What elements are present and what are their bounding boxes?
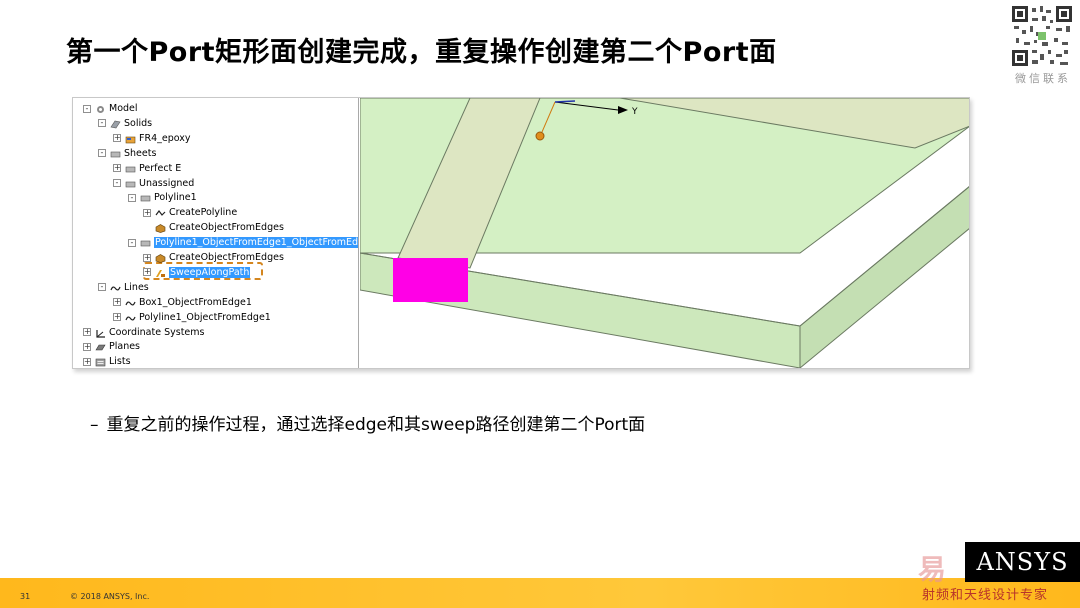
sheet-icon <box>125 164 136 173</box>
ansys-logo: ANSYS <box>965 542 1080 582</box>
line-icon <box>125 313 136 322</box>
tree-item-label: Planes <box>109 341 141 353</box>
list-icon <box>95 357 106 367</box>
tree-item[interactable]: + Polyline1_ObjectFromEdge1 <box>113 310 271 325</box>
expand-toggle[interactable]: + <box>113 298 121 307</box>
expand-toggle[interactable]: + <box>113 134 121 143</box>
tree-item-label: Lists <box>109 356 131 368</box>
qr-caption: 微信联系 <box>1015 72 1071 85</box>
sheet-icon <box>140 238 151 247</box>
expand-toggle[interactable]: + <box>143 208 151 217</box>
collapse-toggle[interactable]: - <box>128 238 136 247</box>
page-number: 31 <box>20 592 31 601</box>
line-icon <box>110 283 121 292</box>
axis-origin-marker <box>535 131 545 141</box>
bullet-content: 重复之前的操作过程，通过选择edge和其sweep路径创建第二个Port面 <box>106 415 646 435</box>
tree-item-label: Model <box>109 103 138 114</box>
expand-toggle[interactable]: + <box>83 357 91 366</box>
collapse-toggle[interactable]: - <box>128 193 136 202</box>
expand-toggle[interactable]: + <box>143 268 151 277</box>
bullet-dash: – <box>90 415 99 435</box>
tree-item-label: CreateObjectFromEdges <box>169 252 284 263</box>
sheet-icon <box>110 149 121 158</box>
tree-item-label: CreatePolyline <box>169 207 238 219</box>
create-object-icon <box>155 223 166 234</box>
slide-title: 第一个Port矩形面创建完成，重复操作创建第二个Port面 <box>66 37 777 68</box>
sheet-icon <box>140 193 151 202</box>
tree-item[interactable]: - Polyline1 <box>128 190 197 205</box>
tree-item[interactable]: + FR4_epoxy <box>113 131 191 146</box>
tree-item[interactable]: + CreatePolyline <box>143 205 237 220</box>
tree-item[interactable]: + CreateObjectFromEdges <box>143 250 284 265</box>
tree-item-label: Unassigned <box>139 177 195 189</box>
collapse-toggle[interactable]: - <box>98 149 106 158</box>
tree-item-label: SweepAlongPath <box>169 266 251 278</box>
tree-item-label: CreateObjectFromEdges <box>169 222 284 234</box>
tree-item-label: FR4_epoxy <box>139 132 191 144</box>
bullet-text: – 重复之前的操作过程，通过选择edge和其sweep路径创建第二个Port面 <box>90 410 645 435</box>
expand-toggle[interactable]: + <box>83 342 91 351</box>
tree-item[interactable]: - Lines <box>98 280 149 295</box>
tree-item-label: Polyline1 <box>154 192 197 204</box>
tree-item[interactable]: - Solids <box>98 116 152 131</box>
tree-item-label: Box1_ObjectFromEdge1 <box>139 296 252 308</box>
tree-item[interactable]: + Coordinate Systems <box>83 325 204 340</box>
tree-item[interactable]: - Unassigned <box>113 176 194 191</box>
sweep-icon <box>155 268 166 277</box>
watermark-big: 易 <box>918 553 949 586</box>
axes-icon <box>95 328 106 338</box>
axis-x-line <box>554 100 576 103</box>
tree-item-label: Solids <box>124 117 153 129</box>
tree-item-label: Polyline1_ObjectFromEdge1_ObjectFromEdge… <box>154 237 358 249</box>
axis-y-label: Y <box>631 107 638 117</box>
collapse-toggle[interactable]: - <box>83 104 91 113</box>
expand-toggle[interactable]: + <box>113 164 121 173</box>
3d-viewport[interactable]: Y <box>360 98 969 368</box>
tree-item[interactable]: + SweepAlongPath <box>143 265 251 280</box>
tree-item[interactable]: - Sheets <box>98 146 156 161</box>
tree-item-label: Perfect E <box>139 162 182 174</box>
qr-code <box>1010 4 1074 68</box>
sheet-icon <box>125 179 136 188</box>
expand-toggle[interactable]: + <box>83 328 91 336</box>
expand-toggle[interactable]: + <box>143 253 151 262</box>
tree-item[interactable]: - Model <box>83 101 138 116</box>
ansys-logo-text: ANSYS <box>976 548 1069 576</box>
material-icon <box>125 134 136 144</box>
tree-item-label: Polyline1_ObjectFromEdge1 <box>139 311 271 323</box>
collapse-toggle[interactable]: - <box>98 119 106 128</box>
watermark-small: 射频和天线设计专家 <box>922 588 1049 603</box>
create-object-icon <box>155 253 166 263</box>
line-icon <box>125 298 136 307</box>
tree-item-label: Sheets <box>124 147 157 159</box>
port-face[interactable] <box>393 258 468 302</box>
tree-item[interactable]: + Box1_ObjectFromEdge1 <box>113 295 252 310</box>
tree-item-label: Coordinate Systems <box>109 326 205 338</box>
tree-item[interactable]: CreateObjectFromEdges <box>143 220 284 235</box>
model-tree[interactable]: - Model - Solids + FR4_epoxy - Sheets + Perfect E… <box>73 98 359 368</box>
polyline-icon <box>155 208 166 217</box>
copyright: © 2018 ANSYS, Inc. <box>70 592 150 601</box>
tree-item[interactable]: - Polyline1_ObjectFromEdge1_ObjectFromEdg… <box>128 235 358 250</box>
collapse-toggle[interactable]: - <box>113 179 121 187</box>
tree-item[interactable]: + Perfect E <box>113 161 181 176</box>
hfss-screenshot: - Model - Solids + FR4_epoxy - Sheets + Perfect E… <box>72 97 970 369</box>
collapse-toggle[interactable]: - <box>98 283 106 292</box>
tree-item-label: Lines <box>124 281 149 293</box>
model-view: Y <box>360 98 969 368</box>
tree-item[interactable]: + Lists <box>83 354 131 368</box>
solid-icon <box>110 119 121 129</box>
plane-icon <box>95 342 106 351</box>
model-icon <box>95 104 106 113</box>
tree-item[interactable]: + Planes <box>83 339 140 354</box>
expand-toggle[interactable]: + <box>113 313 121 322</box>
